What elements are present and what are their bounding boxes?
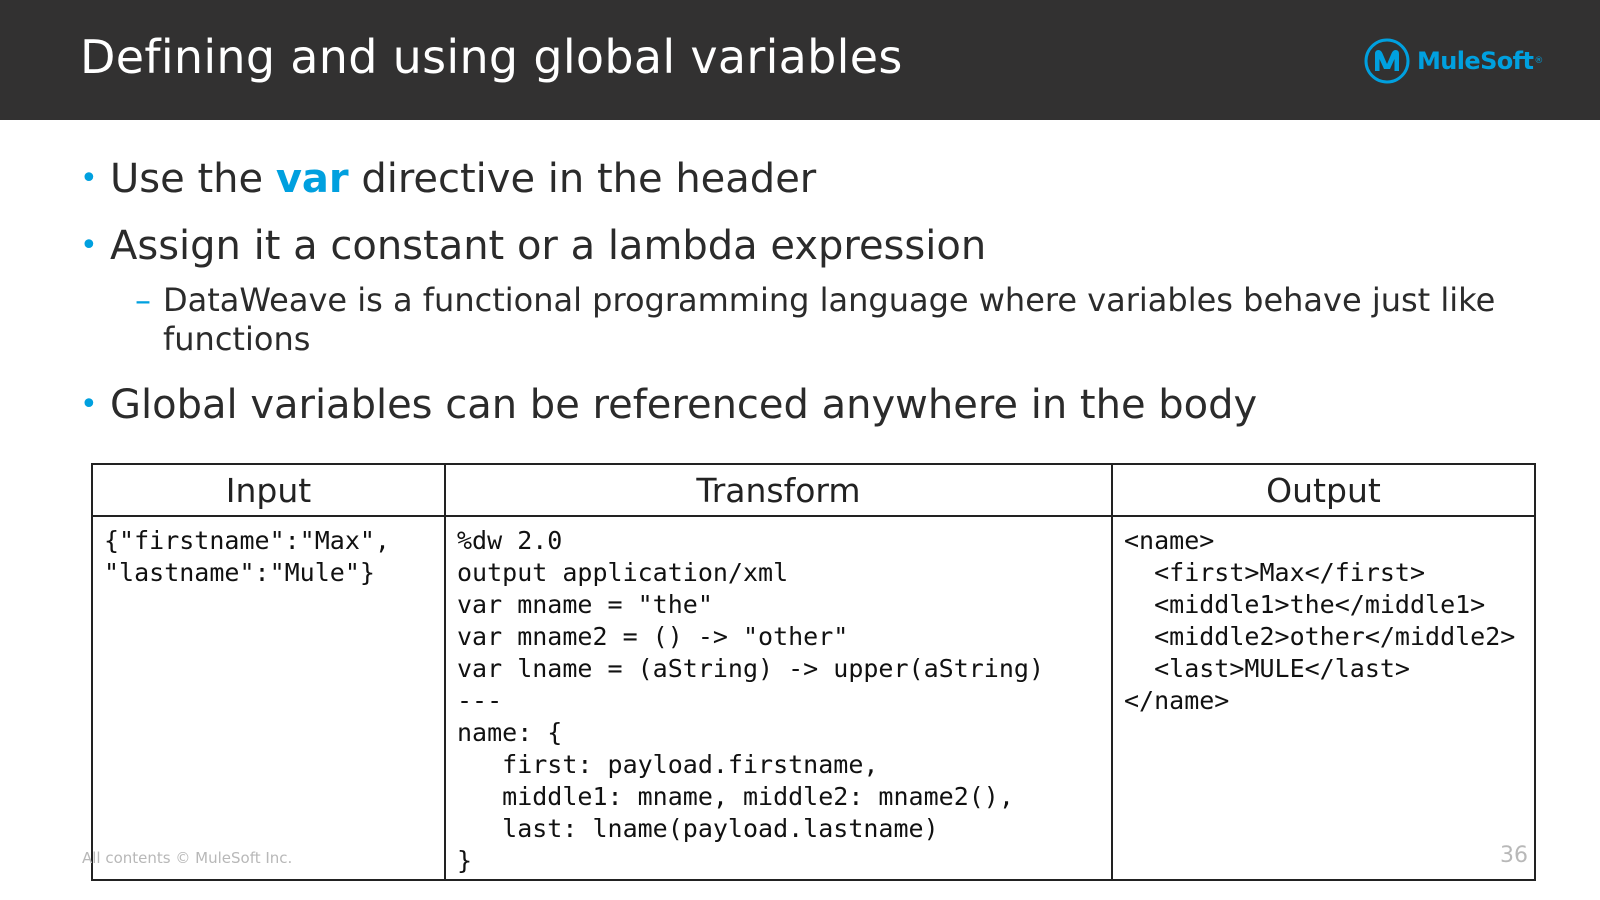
bullet-item: • Assign it a constant or a lambda expre… xyxy=(80,220,1540,272)
bullet-text-before: Use the xyxy=(110,156,276,202)
slide-title: Defining and using global variables xyxy=(80,30,903,84)
bullet-list: • Use the var directive in the header • … xyxy=(80,153,1540,446)
sub-bullet-marker: – xyxy=(135,281,151,319)
transform-cell: %dw 2.0 output application/xml var mname… xyxy=(444,515,1113,881)
column-header-transform: Transform xyxy=(444,463,1113,517)
mulesoft-logo: MuleSoft ® xyxy=(1363,36,1543,86)
slide-header: Defining and using global variables Mule… xyxy=(0,0,1600,120)
input-code: {"firstname":"Max", "lastname":"Mule"} xyxy=(104,526,390,587)
dataweave-example-table: Input Transform Output {"firstname":"Max… xyxy=(91,463,1536,881)
transform-code: %dw 2.0 output application/xml var mname… xyxy=(457,526,1044,875)
var-keyword: var xyxy=(275,156,349,202)
logo-wordmark: MuleSoft xyxy=(1417,47,1534,75)
input-cell: {"firstname":"Max", "lastname":"Mule"} xyxy=(91,515,446,881)
column-header-output: Output xyxy=(1111,463,1536,517)
table-row: {"firstname":"Max", "lastname":"Mule"} %… xyxy=(91,515,1536,881)
bullet-text: Global variables can be referenced anywh… xyxy=(110,382,1258,428)
output-cell: <name> <first>Max</first> <middle1>the</… xyxy=(1111,515,1536,881)
bullet-text-after: directive in the header xyxy=(348,156,817,202)
sub-bullet-text: DataWeave is a functional programming la… xyxy=(163,281,1496,358)
mulesoft-logo-icon xyxy=(1364,38,1410,84)
bullet-marker: • xyxy=(80,228,98,263)
bullet-item: • Global variables can be referenced any… xyxy=(80,379,1540,431)
bullet-marker: • xyxy=(80,161,98,196)
bullet-text: Assign it a constant or a lambda express… xyxy=(110,223,987,269)
output-code: <name> <first>Max</first> <middle1>the</… xyxy=(1124,526,1516,715)
sub-bullet-item: – DataWeave is a functional programming … xyxy=(80,281,1540,359)
logo-registered-mark: ® xyxy=(1534,56,1544,66)
table-header-row: Input Transform Output xyxy=(91,463,1536,517)
bullet-marker: • xyxy=(80,387,98,422)
page-number: 36 xyxy=(1500,843,1528,868)
bullet-item: • Use the var directive in the header xyxy=(80,153,1540,205)
copyright-text: All contents © MuleSoft Inc. xyxy=(82,849,293,867)
column-header-input: Input xyxy=(91,463,446,517)
